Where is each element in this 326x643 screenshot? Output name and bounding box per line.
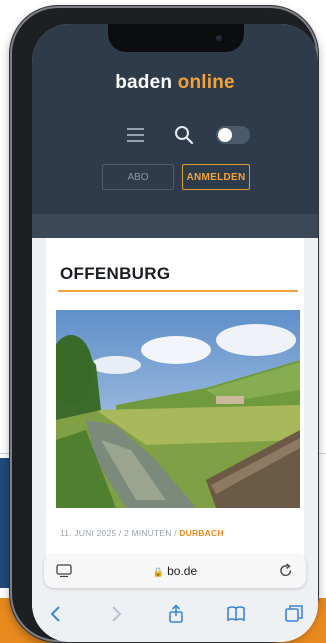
article-date: 11. JUNI 2025	[60, 528, 117, 538]
share-icon[interactable]	[166, 604, 186, 624]
article-photo[interactable]	[56, 310, 300, 508]
article-category[interactable]: DURBACH	[179, 528, 223, 538]
phone-frame: baden online ABO ANMELDEN OFFENBURG 11. …	[10, 6, 318, 642]
article-card: OFFENBURG 11. JUNI 2025 / 2 MINUTEN / DU…	[46, 238, 304, 568]
browser-address-bar[interactable]: 🔒 bo.de	[44, 554, 306, 588]
logo-text-online: online	[177, 72, 235, 93]
toggle-knob	[218, 128, 232, 142]
browser-toolbar	[32, 592, 318, 642]
login-button[interactable]: ANMELDEN	[182, 164, 250, 190]
reload-icon[interactable]	[278, 563, 294, 579]
url-text: bo.de	[167, 564, 198, 578]
logo-text-baden: baden	[115, 72, 173, 93]
abo-button[interactable]: ABO	[102, 164, 174, 190]
phone-screen: baden online ABO ANMELDEN OFFENBURG 11. …	[32, 24, 318, 642]
site-logo[interactable]: baden online	[32, 72, 318, 94]
back-icon[interactable]	[46, 604, 66, 624]
bookmarks-icon[interactable]	[226, 604, 246, 624]
tab-overview-icon[interactable]	[284, 604, 304, 624]
forward-icon[interactable]	[106, 604, 126, 624]
camera-icon	[216, 35, 222, 41]
theme-toggle[interactable]	[216, 126, 250, 144]
lock-icon: 🔒	[152, 567, 165, 577]
header-icons	[32, 124, 318, 148]
article-read-time: 2 MINUTEN	[124, 528, 172, 538]
url-display[interactable]: 🔒 bo.de	[44, 564, 306, 578]
article-meta: 11. JUNI 2025 / 2 MINUTEN / DURBACH	[60, 528, 224, 538]
notch	[108, 24, 244, 52]
landscape-image	[56, 310, 300, 508]
header-bottom-strip	[32, 214, 318, 238]
search-icon[interactable]	[174, 125, 194, 145]
meta-separator: /	[116, 528, 124, 538]
menu-icon[interactable]	[127, 128, 144, 142]
section-underline	[58, 290, 298, 292]
site-header: baden online ABO ANMELDEN	[32, 24, 318, 214]
section-title[interactable]: OFFENBURG	[60, 264, 170, 284]
